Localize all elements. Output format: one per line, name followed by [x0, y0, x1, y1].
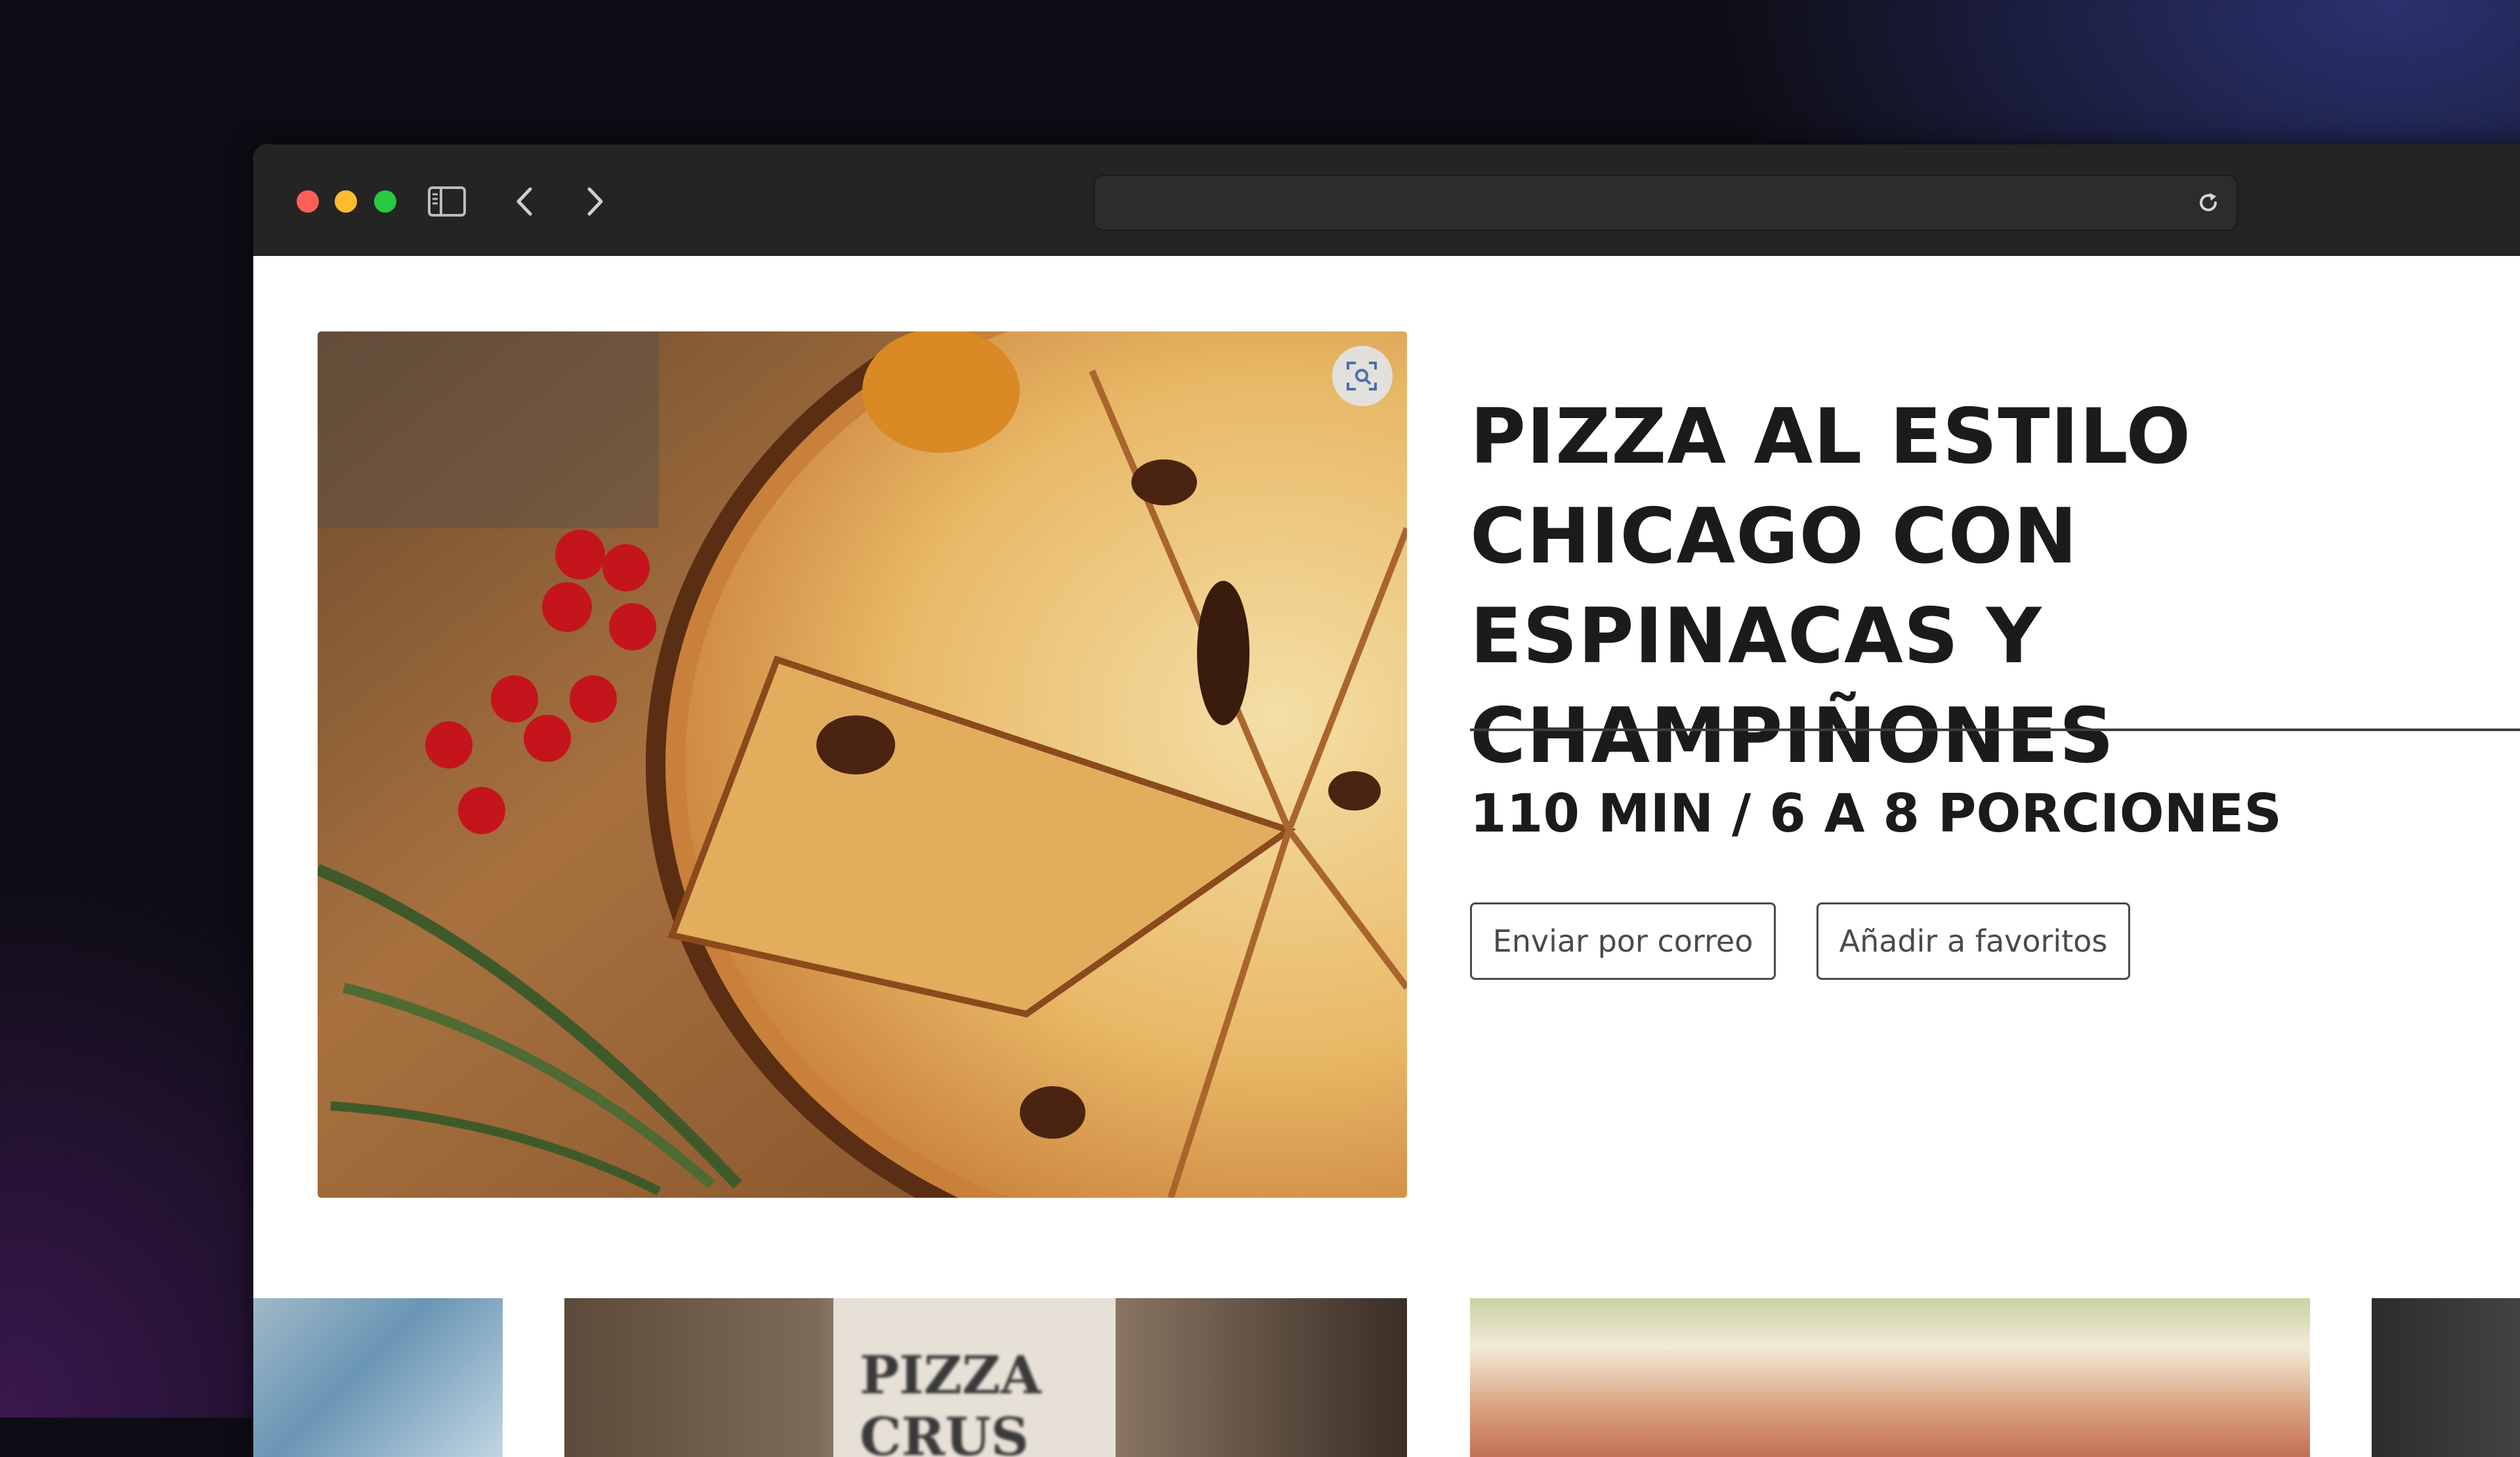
recipe-time-servings: 110 MIN / 6 A 8 PORCIONES: [1470, 783, 2282, 844]
related-recipe-thumbnail[interactable]: [253, 1298, 503, 1457]
related-recipe-thumbnail[interactable]: [1470, 1298, 2310, 1457]
recipe-hero-image: [318, 331, 1407, 1198]
reload-icon[interactable]: [2192, 186, 2225, 219]
email-recipe-button[interactable]: Enviar por correo: [1470, 902, 1776, 980]
visual-lookup-icon[interactable]: [1332, 346, 1393, 406]
add-to-favorites-button[interactable]: Añadir a favoritos: [1816, 902, 2130, 980]
related-recipe-thumbnail[interactable]: [2372, 1298, 2520, 1457]
chevron-left-icon[interactable]: [504, 181, 545, 222]
address-bar[interactable]: [1093, 175, 2238, 231]
browser-window: PIZZA AL ESTILO CHICAGO CON ESPINACAS Y …: [253, 144, 2520, 1457]
page-content: PIZZA AL ESTILO CHICAGO CON ESPINACAS Y …: [253, 256, 2520, 1457]
package-label: PIZZA CRUS: [860, 1344, 1041, 1457]
zoom-window-button[interactable]: [374, 190, 396, 213]
chevron-right-icon[interactable]: [575, 181, 616, 222]
browser-toolbar: [253, 144, 2520, 257]
recipe-title: PIZZA AL ESTILO CHICAGO CON ESPINACAS Y …: [1470, 392, 2192, 780]
related-recipe-thumbnail[interactable]: PIZZA CRUS: [564, 1298, 1407, 1457]
close-window-button[interactable]: [297, 190, 319, 213]
pizza-crust-package: PIZZA CRUS: [833, 1298, 1116, 1457]
minimize-window-button[interactable]: [335, 190, 357, 213]
title-divider: [1470, 728, 2520, 731]
sidebar-toggle-icon[interactable]: [427, 181, 467, 222]
